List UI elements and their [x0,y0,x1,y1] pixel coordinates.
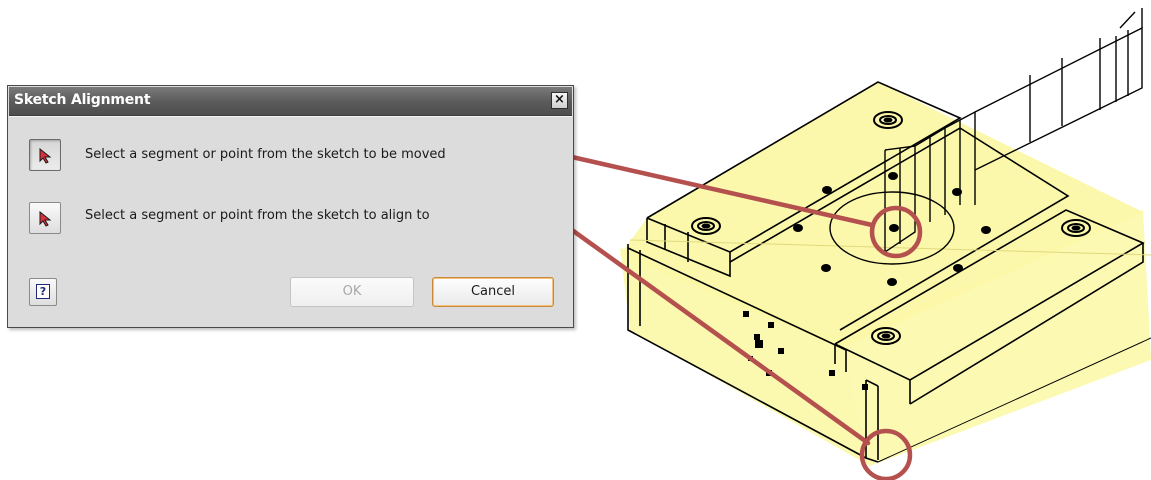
dialog-title: Sketch Alignment [14,92,151,108]
select-align-label: Select a segment or point from the sketc… [85,208,430,223]
help-icon: ? [36,284,50,299]
dialog-body: Select a segment or point from the sketc… [9,116,572,326]
select-moved-label: Select a segment or point from the sketc… [85,147,446,162]
help-button[interactable]: ? [29,278,57,306]
close-button[interactable]: × [551,92,568,109]
dialog-titlebar[interactable]: Sketch Alignment × [9,87,572,116]
cancel-button[interactable]: Cancel [432,277,554,307]
close-icon: × [554,92,565,107]
ok-button[interactable]: OK [290,277,414,307]
select-align-button[interactable] [29,202,61,234]
select-moved-button[interactable] [29,139,61,171]
screenshot-stage: Sketch Alignment × Select a segment or p… [0,0,1151,480]
pointer-select-icon [39,148,52,164]
sketch-alignment-dialog: Sketch Alignment × Select a segment or p… [7,85,574,328]
part-body [620,82,1151,466]
pointer-select-icon [39,211,52,227]
